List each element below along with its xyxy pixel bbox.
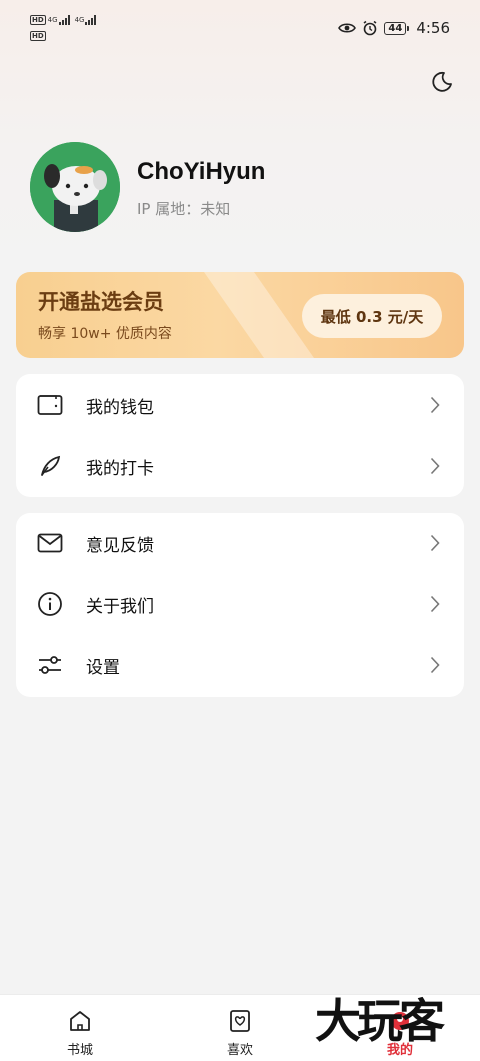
signal-bars-icon: [58, 15, 70, 25]
menu-item-feedback[interactable]: 意见反馈: [16, 513, 464, 573]
vip-subtitle: 畅享 10w+ 优质内容: [38, 326, 172, 342]
menu-card-general: 意见反馈 关于我们 设置: [16, 513, 464, 697]
hd-badge: HD: [30, 15, 46, 25]
wallet-icon: [37, 392, 63, 418]
feather-icon: [37, 453, 63, 479]
nav-tab-label: 喜欢: [226, 1043, 253, 1058]
vip-price-button[interactable]: 最低 0.3 元/天: [302, 294, 442, 338]
menu-item-wallet[interactable]: 我的钱包: [16, 375, 464, 435]
settings-sliders-icon: [37, 652, 63, 678]
chevron-right-icon: [428, 655, 442, 675]
network-type-1: 4G: [47, 16, 58, 24]
avatar[interactable]: [30, 142, 120, 232]
menu-item-label: 意见反馈: [86, 535, 154, 556]
menu-item-settings[interactable]: 设置: [16, 635, 464, 695]
eye-icon: [338, 23, 357, 33]
alarm-icon: [363, 20, 377, 36]
chevron-right-icon: [428, 594, 442, 614]
menu-item-label: 关于我们: [86, 596, 154, 617]
username: ChoYiHyun: [137, 158, 266, 185]
banner-decoration: [204, 272, 314, 358]
watermark-logo: 大玩客: [315, 994, 445, 1048]
heart-bookmark-icon: [228, 1009, 252, 1033]
nav-tab-label: 书城: [66, 1043, 93, 1058]
night-mode-button[interactable]: [428, 68, 456, 96]
battery-indicator: 44: [384, 21, 410, 35]
moon-icon: [432, 71, 452, 92]
menu-item-label: 我的钱包: [86, 397, 154, 418]
signal-bars-icon: [85, 15, 97, 25]
clock: 4:56: [416, 19, 450, 37]
vip-banner[interactable]: 开通盐选会员 畅享 10w+ 优质内容 最低 0.3 元/天: [16, 272, 464, 358]
status-icons: 44 4:56: [338, 19, 450, 37]
ip-location: IP 属地：未知: [137, 200, 231, 218]
chevron-right-icon: [428, 395, 442, 415]
mail-icon: [37, 530, 63, 556]
menu-item-label: 设置: [86, 657, 120, 678]
status-bar: HD 4G 4G HD 44 4:56: [0, 0, 480, 52]
home-icon: [68, 1009, 92, 1033]
hd-badge: HD: [30, 31, 46, 41]
chevron-right-icon: [428, 533, 442, 553]
menu-card-account: 我的钱包 我的打卡: [16, 374, 464, 497]
nav-tab-likes[interactable]: 喜欢: [200, 995, 280, 1061]
nav-tab-bookstore[interactable]: 书城: [40, 995, 120, 1061]
chevron-right-icon: [428, 456, 442, 476]
network-type-2: 4G: [74, 16, 85, 24]
menu-item-about[interactable]: 关于我们: [16, 574, 464, 634]
menu-item-label: 我的打卡: [86, 458, 154, 479]
avatar-image: [30, 142, 120, 232]
menu-item-checkin[interactable]: 我的打卡: [16, 436, 464, 496]
vip-title: 开通盐选会员: [38, 290, 164, 314]
signal-area: HD 4G 4G HD: [30, 14, 101, 46]
info-icon: [37, 591, 63, 617]
